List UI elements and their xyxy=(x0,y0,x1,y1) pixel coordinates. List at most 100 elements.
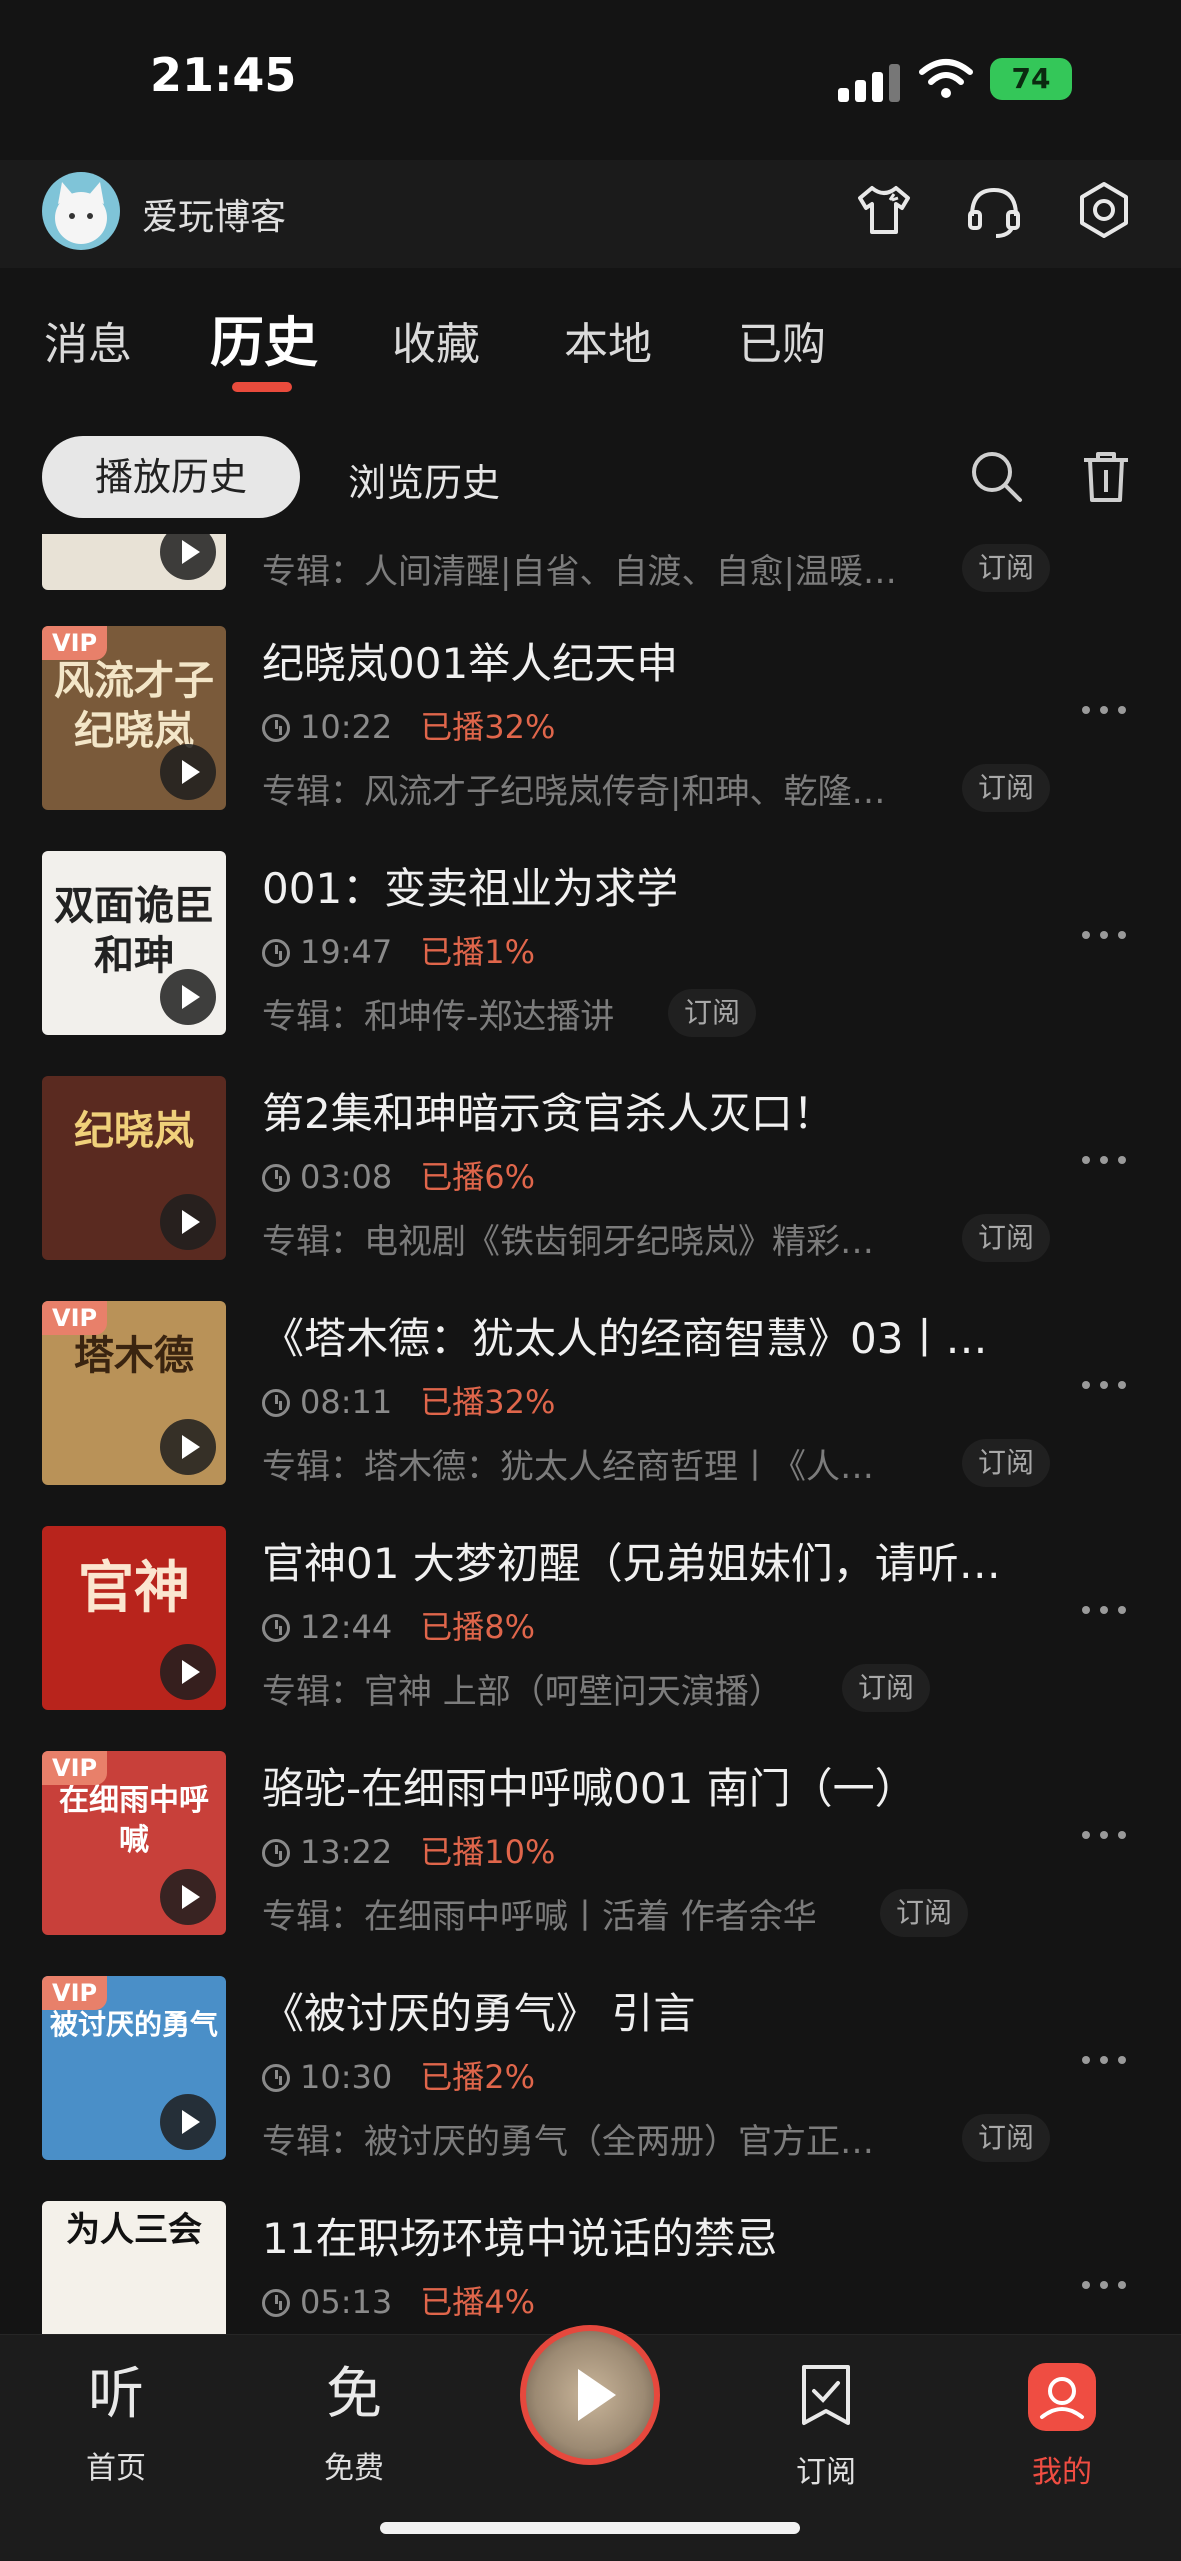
list-item[interactable]: 纪晓岚 第2集和珅暗示贪官杀人灭口！ 03:08 已播6% 专辑：电视剧《铁齿铜牙… xyxy=(0,1076,1181,1301)
more-options-icon[interactable] xyxy=(1082,931,1128,943)
subscribe-button[interactable]: 订阅 xyxy=(962,2114,1051,2162)
album-name: 专辑：被讨厌的勇气（全两册）官方正… xyxy=(262,2122,874,2162)
album-cover[interactable]: 被讨厌的勇气 VIP xyxy=(42,1976,226,2160)
more-options-icon[interactable] xyxy=(1082,2056,1128,2068)
track-title[interactable]: 纪晓岚001举人纪天申 xyxy=(262,630,1052,691)
album-name: 专辑：和坤传-郑达播讲 xyxy=(262,997,615,1037)
subscribe-button[interactable]: 订阅 xyxy=(962,1214,1051,1262)
wifi-icon xyxy=(919,59,973,98)
cover-title: 风流才子纪晓岚 xyxy=(54,657,214,754)
album-name: 专辑：官神 上部（呵壁问天演播） xyxy=(262,1672,783,1712)
more-options-icon[interactable] xyxy=(1082,2281,1128,2293)
album-cover[interactable] xyxy=(42,534,226,590)
track-meta: 10:22 已播32% xyxy=(262,702,555,748)
tab-local[interactable]: 本地 xyxy=(564,308,652,372)
profile-name[interactable]: 爱玩博客 xyxy=(142,188,286,240)
nav-mine[interactable]: 我的 xyxy=(982,2363,1142,2491)
track-title[interactable]: 《塔木德：犹太人的经商智慧》03丨… xyxy=(262,1305,1052,1366)
subscribe-button[interactable]: 订阅 xyxy=(842,1664,931,1712)
search-icon[interactable] xyxy=(966,446,1026,506)
clock-icon xyxy=(262,1839,290,1867)
cover-title: 被讨厌的勇气 xyxy=(49,2008,218,2041)
clock-icon xyxy=(262,1164,290,1192)
subscribe-button[interactable]: 订阅 xyxy=(668,989,757,1037)
subscribe-button[interactable]: 订阅 xyxy=(962,544,1051,592)
list-item[interactable]: 在细雨中呼喊 VIP 骆驼-在细雨中呼喊001 南门（一） 13:22 已播10%… xyxy=(0,1751,1181,1976)
played-progress: 已播8% xyxy=(420,1608,535,1646)
play-icon[interactable] xyxy=(160,1419,216,1475)
play-icon[interactable] xyxy=(160,2094,216,2150)
track-meta: 19:47 已播1% xyxy=(262,927,535,973)
track-meta: 10:30 已播2% xyxy=(262,2052,535,2098)
subscribe-button[interactable]: 订阅 xyxy=(880,1889,969,1937)
track-meta: 08:11 已播32% xyxy=(262,1377,555,1423)
nav-subscriptions[interactable]: 订阅 xyxy=(746,2363,906,2491)
vip-badge: VIP xyxy=(42,1751,108,1785)
play-icon[interactable] xyxy=(160,969,216,1025)
album-cover[interactable]: 风流才子纪晓岚 VIP xyxy=(42,626,226,810)
settings-icon[interactable] xyxy=(1072,178,1136,242)
album-cover[interactable]: 官神 xyxy=(42,1526,226,1710)
album-cover[interactable]: 塔木德 VIP xyxy=(42,1301,226,1485)
more-options-icon[interactable] xyxy=(1082,1381,1128,1393)
clock-icon xyxy=(262,1614,290,1642)
trash-icon[interactable] xyxy=(1076,446,1136,506)
play-icon[interactable] xyxy=(160,744,216,800)
list-item[interactable]: 专辑：人间清醒|自省、自渡、自愈|温暖… 订阅 xyxy=(0,534,1181,631)
subtab-play-history[interactable]: 播放历史 xyxy=(42,436,300,518)
list-item[interactable]: 为人三会 11在职场环境中说话的禁忌 05:13 已播4% xyxy=(0,2201,1181,2334)
play-icon[interactable] xyxy=(160,1644,216,1700)
track-title[interactable]: 骆驼-在细雨中呼喊001 南门（一） xyxy=(262,1755,1052,1816)
nav-home[interactable]: 听 首页 xyxy=(36,2363,196,2487)
avatar[interactable] xyxy=(42,172,120,250)
listen-icon: 听 xyxy=(88,2362,144,2427)
list-item[interactable]: 官神 官神01 大梦初醒（兄弟姐妹们，请听… 12:44 已播8% 专辑：官神 上… xyxy=(0,1526,1181,1751)
more-options-icon[interactable] xyxy=(1082,1831,1128,1843)
track-title[interactable]: 11在职场环境中说话的禁忌 xyxy=(262,2205,1052,2266)
play-icon[interactable] xyxy=(160,1194,216,1250)
nav-subscriptions-label: 订阅 xyxy=(796,2455,856,2490)
track-title[interactable]: 第2集和珅暗示贪官杀人灭口！ xyxy=(262,1080,1052,1141)
subscribe-button[interactable]: 订阅 xyxy=(962,764,1051,812)
list-item[interactable]: 双面诡臣和珅 001：变卖祖业为求学 19:47 已播1% 专辑：和坤传-郑达播讲… xyxy=(0,851,1181,1076)
more-options-icon[interactable] xyxy=(1082,1156,1128,1168)
tab-history[interactable]: 历史 xyxy=(210,298,318,377)
duration: 13:22 xyxy=(300,1833,393,1871)
played-progress: 已播2% xyxy=(420,2058,535,2096)
more-options-icon[interactable] xyxy=(1082,706,1128,718)
profile-header: 爱玩博客 xyxy=(0,160,1181,268)
list-item[interactable]: 被讨厌的勇气 VIP 《被讨厌的勇气》 引言 10:30 已播2% 专辑：被讨厌的… xyxy=(0,1976,1181,2201)
tab-favorites[interactable]: 收藏 xyxy=(392,308,480,372)
duration: 03:08 xyxy=(300,1158,393,1196)
album-name: 专辑：电视剧《铁齿铜牙纪晓岚》精彩… xyxy=(262,1222,874,1262)
home-indicator xyxy=(380,2522,800,2534)
subtab-browse-history[interactable]: 浏览历史 xyxy=(348,452,500,507)
profile-icon xyxy=(1028,2363,1096,2431)
tab-messages[interactable]: 消息 xyxy=(44,308,132,372)
album-cover[interactable]: 纪晓岚 xyxy=(42,1076,226,1260)
album-cover[interactable]: 在细雨中呼喊 VIP xyxy=(42,1751,226,1935)
album-cover[interactable]: 为人三会 xyxy=(42,2201,226,2334)
track-title[interactable]: 001：变卖祖业为求学 xyxy=(262,855,1052,916)
album-cover[interactable]: 双面诡臣和珅 xyxy=(42,851,226,1035)
nav-home-label: 首页 xyxy=(86,2451,146,2486)
play-icon[interactable] xyxy=(160,534,216,580)
played-progress: 已播32% xyxy=(420,1383,556,1421)
tab-purchased[interactable]: 已购 xyxy=(738,308,826,372)
free-icon: 免 xyxy=(326,2362,382,2427)
history-list: 专辑：人间清醒|自省、自渡、自愈|温暖… 订阅 风流才子纪晓岚 VIP 纪晓岚0… xyxy=(0,534,1181,2334)
list-item[interactable]: 风流才子纪晓岚 VIP 纪晓岚001举人纪天申 10:22 已播32% 专辑：风流… xyxy=(0,626,1181,851)
cover-title: 官神 xyxy=(78,1555,190,1621)
play-icon[interactable] xyxy=(160,1869,216,1925)
list-item[interactable]: 塔木德 VIP 《塔木德：犹太人的经商智慧》03丨… 08:11 已播32% 专辑… xyxy=(0,1301,1181,1526)
more-options-icon[interactable] xyxy=(1082,1606,1128,1618)
track-title[interactable]: 《被讨厌的勇气》 引言 xyxy=(262,1980,1052,2041)
subscribe-button[interactable]: 订阅 xyxy=(962,1439,1051,1487)
duration: 10:22 xyxy=(300,708,393,746)
nav-free[interactable]: 免 免费 xyxy=(274,2363,434,2487)
track-title[interactable]: 官神01 大梦初醒（兄弟姐妹们，请听… xyxy=(262,1530,1052,1591)
now-playing-button[interactable] xyxy=(520,2325,660,2465)
vip-badge: VIP xyxy=(42,626,108,660)
tshirt-icon[interactable] xyxy=(852,178,916,242)
headset-icon[interactable] xyxy=(962,178,1026,242)
